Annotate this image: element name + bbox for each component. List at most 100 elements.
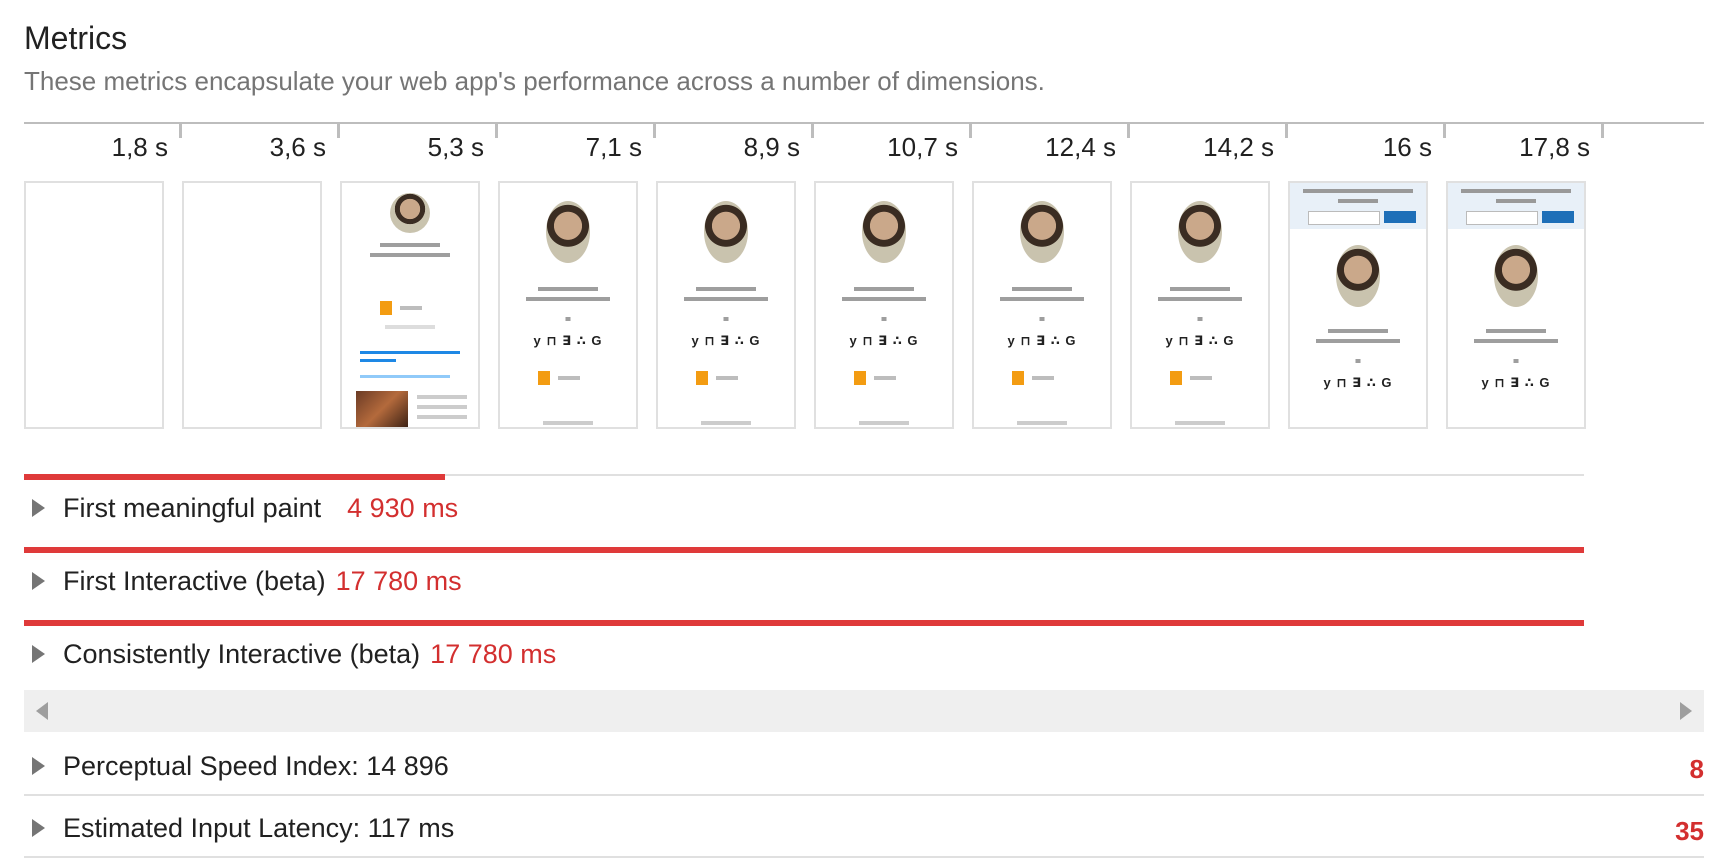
timeline-tick-label: 16 s [1382,132,1432,162]
frame-rss-icon [1012,371,1024,385]
frame-text [859,421,909,425]
triangle-right-icon[interactable] [32,757,45,775]
frame-avatar [1020,201,1064,263]
frame-text [380,243,440,247]
frame-text [1158,297,1242,301]
timeline-tick: 1,8 s [24,124,182,162]
metric-row[interactable]: First meaningful paint 4 930 ms [24,488,458,528]
filmstrip-frame [340,181,480,429]
frame-social-icons: y ⊓ ∃ ∴ G [1481,375,1551,390]
frame-avatar [862,201,906,263]
triangle-right-icon[interactable] [32,572,45,590]
frame-text [417,415,467,419]
frame-text [1190,376,1212,380]
frame-link [360,359,396,362]
metrics-panel: Metrics These metrics encapsulate your w… [0,0,1720,859]
audit-perceptual-speed-index[interactable]: Perceptual Speed Index: 14 896 8 [24,736,1704,796]
frame-text [1486,329,1546,333]
frame-avatar [390,193,430,233]
frame-text [1303,189,1413,193]
frame-text [696,287,756,291]
frame-text [417,395,467,399]
frame-text [1328,329,1388,333]
frame-text [1461,189,1571,193]
frame-text [701,421,751,425]
frame-photo [356,391,408,427]
timeline-tick: 8,9 s [656,124,814,162]
metric-row[interactable]: Consistently Interactive (beta) 17 780 m… [24,634,556,674]
frame-rss-icon [538,371,550,385]
frame-rss-icon [1170,371,1182,385]
frame-text [558,376,580,380]
frame-text [1170,287,1230,291]
metric-bar [24,474,445,480]
scroll-right-icon[interactable] [1680,702,1692,720]
frame-text [842,297,926,301]
metric-value: 4 930 ms [347,492,459,523]
frame-text [1017,421,1067,425]
frame-text [565,317,571,321]
metric-row[interactable]: First Interactive (beta) 17 780 ms [24,561,462,601]
frame-text [1039,317,1045,321]
audit-score: 35 [1675,816,1704,846]
scroll-left-icon[interactable] [36,702,48,720]
horizontal-scrollbar[interactable] [24,690,1704,732]
audit-row[interactable]: Perceptual Speed Index: 14 896 [24,746,449,786]
metric-name: First Interactive (beta) [63,565,326,596]
metric-name: Consistently Interactive (beta) [63,638,421,669]
frame-text [385,325,435,329]
audit-row[interactable]: Estimated Input Latency: 117 ms [24,808,454,848]
timeline-tick-label: 17,8 s [1519,132,1590,162]
metric-value: 17 780 ms [335,565,462,596]
filmstrip-frame: y ⊓ ∃ ∴ G [972,181,1112,429]
frame-social-icons: y ⊓ ∃ ∴ G [1323,375,1393,390]
frame-input [1308,211,1380,225]
frame-text [881,317,887,321]
frame-text [526,297,610,301]
timeline-tick-label: 8,9 s [743,132,800,162]
timeline-tick: 16 s [1288,124,1446,162]
timeline-tick: 17,8 s [1446,124,1604,162]
frame-text [1316,339,1400,343]
frame-text [1338,199,1378,203]
triangle-right-icon[interactable] [32,645,45,663]
frame-text [1032,376,1054,380]
frame-text [1513,359,1519,363]
metric-bar [24,547,1584,553]
frame-avatar [704,201,748,263]
frame-text [1496,199,1536,203]
audit-score: 8 [1689,754,1704,784]
filmstrip-frame: y ⊓ ∃ ∴ G [1288,181,1428,429]
frame-text [716,376,738,380]
frame-text [1474,339,1558,343]
frame-text [400,306,422,310]
timeline-tick-label: 7,1 s [585,132,642,162]
tick-mark [1601,124,1604,138]
frame-text [1012,287,1072,291]
frame-avatar [1336,245,1380,307]
frame-social-icons: y ⊓ ∃ ∴ G [1165,333,1235,348]
timeline-tick: 10,7 s [814,124,972,162]
frame-text [1355,359,1361,363]
frame-text [854,287,914,291]
timeline-tick-label: 14,2 s [1203,132,1274,162]
audit-estimated-input-latency[interactable]: Estimated Input Latency: 117 ms 35 [24,798,1704,858]
filmstrip-frame: y ⊓ ∃ ∴ G [1130,181,1270,429]
triangle-right-icon[interactable] [32,819,45,837]
filmstrip: y ⊓ ∃ ∴ G y ⊓ ∃ ∴ G y ⊓ ∃ ∴ G y ⊓ ∃ ∴ G … [24,181,1704,431]
metric-bar [24,620,1584,626]
audit-label: Estimated Input Latency: 117 ms [63,812,455,843]
filmstrip-frame: y ⊓ ∃ ∴ G [498,181,638,429]
frame-rss-icon [854,371,866,385]
frame-social-icons: y ⊓ ∃ ∴ G [1007,333,1077,348]
timeline-tick-label: 5,3 s [427,132,484,162]
frame-input [1466,211,1538,225]
frame-social-icons: y ⊓ ∃ ∴ G [533,333,603,348]
frame-text [538,287,598,291]
timeline-tick-label: 3,6 s [269,132,326,162]
timeline-tick-label: 1,8 s [111,132,168,162]
timeline-tick: 5,3 s [340,124,498,162]
frame-social-icons: y ⊓ ∃ ∴ G [691,333,761,348]
triangle-right-icon[interactable] [32,499,45,517]
timeline-tick-label: 10,7 s [887,132,958,162]
